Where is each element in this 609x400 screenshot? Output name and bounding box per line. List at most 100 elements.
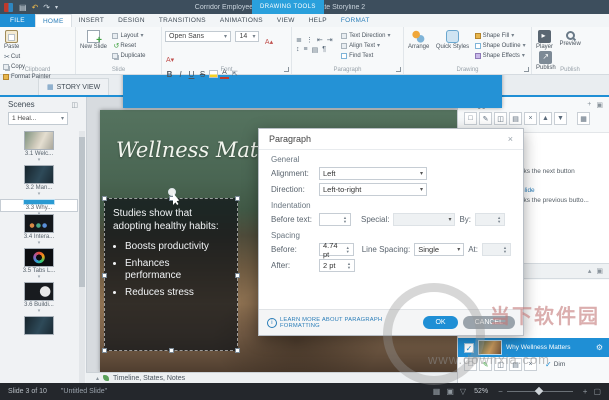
tab-insert[interactable]: INSERT bbox=[72, 14, 112, 27]
zoom-slider[interactable] bbox=[507, 391, 573, 392]
scene-selector-dropdown[interactable]: 1 Heal...▾ bbox=[8, 112, 68, 125]
zoom-in-icon[interactable]: + bbox=[583, 387, 588, 396]
filter-icon[interactable]: ▽ bbox=[460, 387, 466, 396]
find-text-button[interactable]: Find Text bbox=[341, 51, 390, 60]
fit-to-window-icon[interactable]: ▢ bbox=[593, 387, 601, 396]
font-dialog-launcher-icon[interactable] bbox=[284, 67, 289, 72]
resize-handle-sw[interactable] bbox=[102, 348, 107, 353]
expand-arrow-icon[interactable]: ▾ bbox=[38, 308, 41, 314]
spacing-after-spinner[interactable]: 2 pt▲▼ bbox=[319, 259, 355, 272]
tab-home[interactable]: HOME bbox=[35, 14, 72, 27]
decrease-indent-icon[interactable]: ⇤ bbox=[317, 36, 323, 44]
paste-button[interactable]: Paste bbox=[4, 30, 19, 50]
before-text-spinner[interactable]: ▲▼ bbox=[319, 213, 351, 226]
dim-toggle[interactable]: ✓ Dim bbox=[545, 360, 565, 369]
delete-layer-icon[interactable]: × bbox=[524, 358, 537, 371]
paragraph-dialog-launcher-icon[interactable] bbox=[396, 67, 401, 72]
paste-trigger-icon[interactable]: ▤ bbox=[509, 112, 522, 125]
text-direction-button[interactable]: Text Direction▾ bbox=[341, 31, 390, 40]
scenes-scrollbar[interactable] bbox=[79, 131, 85, 383]
slide-view-icon[interactable]: ▣ bbox=[446, 387, 454, 396]
slide-thumb-item[interactable]: 3.6 Buildi... ▾ bbox=[0, 282, 78, 314]
quick-styles-button[interactable]: Quick Styles bbox=[436, 30, 469, 50]
tab-transitions[interactable]: TRANSITIONS bbox=[152, 14, 213, 27]
slide-thumbnail[interactable] bbox=[24, 200, 54, 204]
learn-more-link[interactable]: i LEARN MORE ABOUT PARAGRAPH FORMATTING bbox=[267, 317, 418, 329]
resize-handle-ne[interactable] bbox=[235, 196, 240, 201]
cancel-button[interactable]: CANCEL bbox=[463, 316, 515, 329]
slide-thumbnail[interactable] bbox=[24, 282, 54, 301]
format-painter-button[interactable]: Format Painter bbox=[3, 72, 51, 81]
bullets-icon[interactable]: ≣ bbox=[296, 36, 302, 44]
expand-arrow-icon[interactable]: ▾ bbox=[38, 191, 41, 197]
tab-animations[interactable]: ANIMATIONS bbox=[213, 14, 270, 27]
slide-thumb-item[interactable]: 3.4 Intera... ▾ bbox=[0, 214, 78, 246]
tab-design[interactable]: DESIGN bbox=[111, 14, 152, 27]
tab-file[interactable]: FILE bbox=[0, 14, 35, 27]
redo-icon[interactable]: ↷ bbox=[43, 3, 50, 12]
resize-handle-s[interactable] bbox=[169, 348, 174, 353]
delete-trigger-icon[interactable]: × bbox=[524, 112, 537, 125]
layout-button[interactable]: Layout▾ bbox=[112, 31, 145, 40]
collapse-panel-icon[interactable]: ◫ bbox=[71, 101, 78, 109]
timeline-states-notes-bar[interactable]: ▴ Timeline, States, Notes bbox=[86, 372, 457, 383]
direction-select[interactable]: Left-to-right▾ bbox=[319, 183, 427, 196]
manage-variables-icon[interactable]: ▦ bbox=[577, 112, 590, 125]
new-layer-icon[interactable]: □ bbox=[464, 358, 477, 371]
new-slide-button[interactable]: New Slide bbox=[80, 30, 107, 50]
slide-thumb-item[interactable]: 3.5 Tabs L... ▾ bbox=[0, 248, 78, 280]
shape-effects-button[interactable]: Shape Effects▾ bbox=[475, 51, 526, 60]
slide-thumbnail[interactable] bbox=[24, 165, 54, 184]
tab-help[interactable]: HELP bbox=[302, 14, 334, 27]
new-trigger-icon[interactable]: □ bbox=[464, 112, 477, 125]
align-center-icon[interactable]: ▤ bbox=[312, 46, 319, 54]
paste-layer-icon[interactable]: ▤ bbox=[509, 358, 522, 371]
slide-thumbnail[interactable] bbox=[24, 131, 54, 150]
add-trigger-icon[interactable]: + bbox=[587, 101, 591, 108]
slide-thumb-item[interactable]: 3.1 Welc... ▾ bbox=[0, 131, 78, 163]
spacing-before-spinner[interactable]: 4.74 pt▲▼ bbox=[319, 243, 354, 256]
slide-thumbnail[interactable] bbox=[24, 214, 54, 233]
arrange-button[interactable]: Arrange bbox=[408, 30, 429, 50]
tab-format[interactable]: FORMAT bbox=[334, 14, 377, 27]
undo-icon[interactable]: ↶ bbox=[32, 3, 39, 12]
grid-view-icon[interactable]: ▦ bbox=[433, 387, 441, 396]
copy-layer-icon[interactable]: ◫ bbox=[494, 358, 507, 371]
line-spacing-select[interactable]: Single▾ bbox=[414, 243, 464, 256]
shape-fill-button[interactable]: Shape Fill▾ bbox=[475, 31, 526, 40]
grow-font-icon[interactable]: A▴ bbox=[265, 39, 273, 46]
gear-icon[interactable]: ⚙ bbox=[596, 343, 603, 352]
shrink-font-icon[interactable]: A▾ bbox=[166, 57, 174, 64]
align-text-button[interactable]: Align Text▾ bbox=[341, 41, 390, 50]
drawing-dialog-launcher-icon[interactable] bbox=[524, 67, 529, 72]
font-size-combo[interactable]: 14▾ bbox=[235, 31, 259, 42]
slide-thumb-item-selected[interactable]: 3.3 Why... ▾ bbox=[0, 199, 78, 212]
numbering-icon[interactable]: ⋮ bbox=[306, 36, 313, 44]
expand-arrow-icon[interactable]: ▾ bbox=[38, 240, 41, 246]
qat-caret-icon[interactable]: ▾ bbox=[55, 4, 58, 11]
font-family-combo[interactable]: Open Sans▾ bbox=[165, 31, 231, 42]
preview-button[interactable]: Preview bbox=[559, 30, 580, 47]
duplicate-button[interactable]: Duplicate bbox=[112, 51, 145, 60]
slide-thumbnail[interactable] bbox=[24, 316, 54, 335]
move-up-icon[interactable]: ▲ bbox=[539, 112, 552, 125]
tab-view[interactable]: VIEW bbox=[270, 14, 302, 27]
layers-panel-icon[interactable]: ▣ bbox=[596, 267, 603, 275]
layer-visibility-checkbox[interactable]: ✓ bbox=[464, 343, 474, 353]
slide-thumbnail[interactable] bbox=[24, 248, 54, 267]
copy-trigger-icon[interactable]: ◫ bbox=[494, 112, 507, 125]
edit-trigger-icon[interactable]: ✎ bbox=[479, 112, 492, 125]
slide-thumb-item[interactable] bbox=[0, 316, 78, 335]
panel-dock-icon[interactable]: ▣ bbox=[596, 101, 603, 109]
scrollbar-thumb[interactable] bbox=[79, 137, 85, 287]
zoom-slider-handle[interactable] bbox=[535, 387, 543, 395]
columns-icon[interactable]: ¶ bbox=[322, 46, 326, 54]
cut-button[interactable]: ✂Cut bbox=[3, 52, 51, 61]
align-left-icon[interactable]: ≡ bbox=[304, 46, 308, 54]
line-spacing-icon[interactable]: ↕ bbox=[296, 46, 300, 54]
selected-textbox[interactable]: Studies show that adopting healthy habit… bbox=[104, 198, 238, 351]
resize-handle-nw[interactable] bbox=[102, 196, 107, 201]
collapse-up-icon[interactable]: ▴ bbox=[588, 267, 592, 275]
dialog-close-icon[interactable]: × bbox=[508, 134, 513, 144]
slide-thumb-item[interactable]: 3.2 Man... ▾ bbox=[0, 165, 78, 197]
